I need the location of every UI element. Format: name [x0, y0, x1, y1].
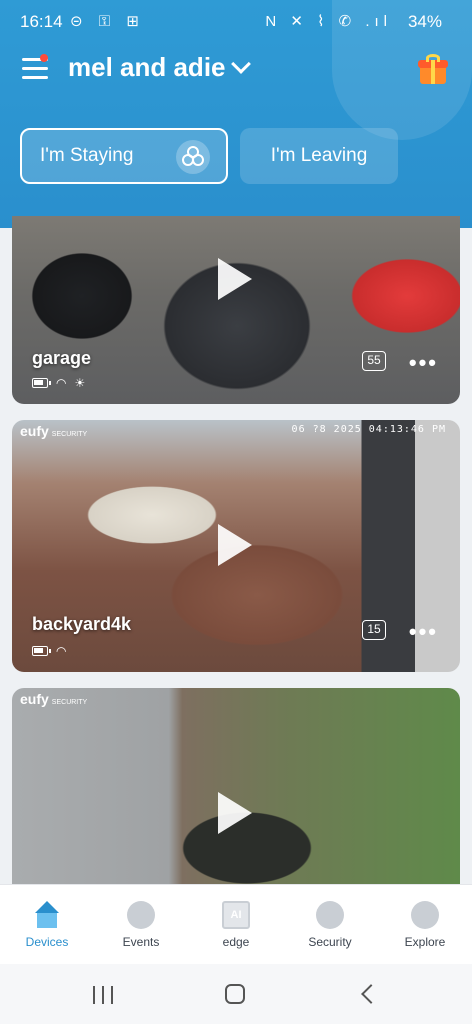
camera-name: garage	[32, 348, 92, 368]
eufy-watermark: eufy SECURITY	[20, 423, 88, 439]
status-time: 16:14	[20, 12, 63, 31]
nav-label: edge	[222, 935, 250, 949]
daylight-icon: ☀	[74, 376, 86, 390]
more-options-icon[interactable]: •••	[409, 619, 438, 645]
camera-name: backyard4k	[32, 614, 132, 634]
nav-label: Events	[122, 935, 160, 949]
staying-label: I'm Staying	[40, 145, 134, 166]
camera-timestamp: 06 ?8 2025 04:13:46 PM	[291, 424, 446, 435]
nav-label: Explore	[404, 935, 446, 949]
camera-card-front[interactable]: eufy SECURITY	[12, 688, 460, 888]
nav-devices[interactable]: Devices	[2, 901, 92, 949]
nav-label: Devices	[25, 935, 69, 949]
leaving-label: I'm Leaving	[270, 145, 368, 166]
nav-label: Security	[308, 935, 352, 949]
wifi-icon: ◠	[56, 644, 67, 658]
home-title: mel and adie	[68, 52, 226, 82]
ai-icon: AI	[222, 901, 250, 929]
notification-dot	[40, 54, 48, 62]
shield-icon	[316, 901, 344, 929]
back-icon[interactable]	[361, 984, 381, 1004]
wifi-icon: ◠	[56, 376, 67, 390]
staying-mode-button[interactable]: I'm Staying	[20, 128, 228, 184]
status-system-icons: N ✕ ⌇ ✆ .ıl	[265, 13, 392, 30]
status-bar: 16:14 ⊝ ⚿ ⊞ N ✕ ⌇ ✆ .ıl 34%	[0, 0, 472, 44]
nav-security[interactable]: Security	[285, 901, 375, 949]
camera-card-backyard4k[interactable]: eufy SECURITY 06 ?8 2025 04:13:46 PM back…	[12, 420, 460, 672]
play-icon[interactable]	[218, 792, 252, 834]
camera-card-garage[interactable]: garage ◠ ☀ 55 •••	[12, 216, 460, 404]
camera-status-icons: ◠ ☀	[32, 376, 85, 390]
more-options-icon[interactable]: •••	[409, 350, 438, 376]
play-icon[interactable]	[218, 524, 252, 566]
leaving-mode-button[interactable]: I'm Leaving	[240, 128, 398, 184]
nav-explore[interactable]: Explore	[380, 901, 470, 949]
event-count-badge[interactable]: 55	[362, 351, 386, 371]
compass-icon	[411, 901, 439, 929]
system-navigation-bar	[0, 964, 472, 1024]
chevron-down-icon	[230, 53, 251, 74]
house-icon	[33, 901, 61, 929]
clock-icon	[127, 901, 155, 929]
staying-mode-icon	[176, 140, 210, 174]
status-notification-icons: ⊝ ⚿ ⊞	[70, 13, 145, 30]
play-icon[interactable]	[218, 258, 252, 300]
app-header: 16:14 ⊝ ⚿ ⊞ N ✕ ⌇ ✆ .ıl 34% mel and adie…	[0, 0, 472, 228]
menu-icon[interactable]	[22, 54, 48, 82]
camera-status-icons: ◠	[32, 644, 66, 658]
bottom-navigation: Devices Events AI edge Security Explore	[0, 884, 472, 964]
eufy-watermark: eufy SECURITY	[20, 691, 88, 707]
status-battery: 34%	[407, 12, 442, 31]
event-count-badge[interactable]: 15	[362, 620, 386, 640]
nav-events[interactable]: Events	[96, 901, 186, 949]
gift-icon[interactable]	[418, 54, 448, 84]
recents-icon[interactable]	[93, 986, 113, 1004]
battery-icon	[32, 378, 51, 388]
home-selector[interactable]: mel and adie	[68, 52, 251, 83]
nav-edge[interactable]: AI edge	[191, 901, 281, 949]
home-icon[interactable]	[225, 984, 245, 1004]
battery-icon	[32, 646, 51, 656]
